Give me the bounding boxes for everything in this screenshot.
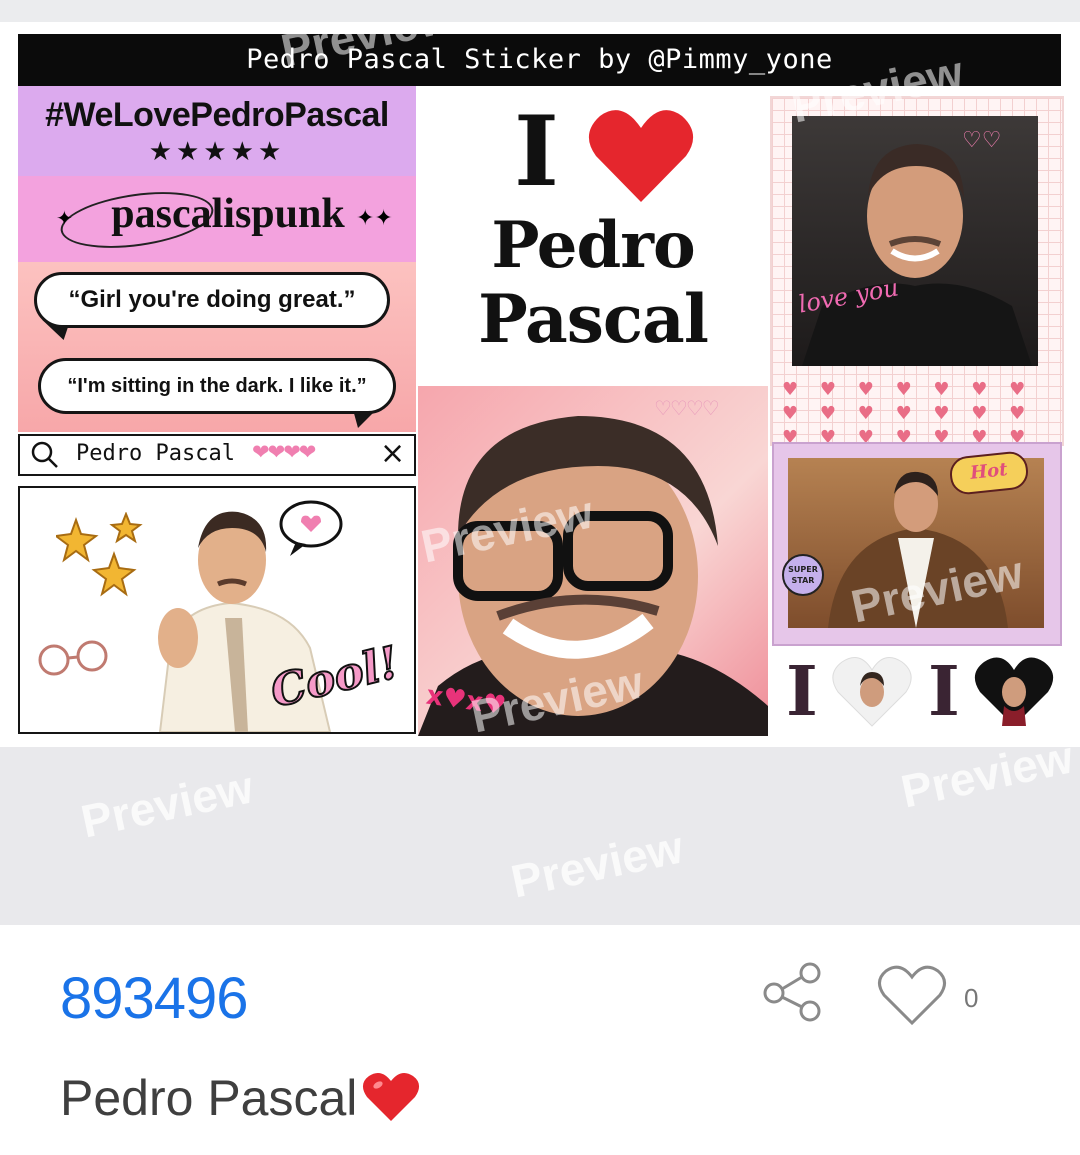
hearts-icon: ♡♡: [962, 128, 1002, 153]
quote-bubble: “I'm sitting in the dark. I like it.”: [38, 358, 396, 414]
item-id[interactable]: 893496: [60, 965, 249, 1032]
portrait-sticker: ♡♡♡♡ x♥x♥: [418, 386, 768, 736]
item-info-panel: 893496 0 Pedro Pascal: [0, 925, 1080, 1155]
close-icon: ×: [380, 436, 406, 471]
hot-sticker: Hot SUPER STAR: [772, 442, 1062, 646]
punk-text: pascalispunk: [111, 191, 345, 237]
pedro-text: Pedro: [491, 208, 695, 283]
preview-watermark: Preview: [506, 820, 688, 908]
polaroid-photo: love you ♡♡: [792, 116, 1038, 366]
sheet-title: Pedro Pascal Sticker by @Pimmy_yone: [18, 34, 1061, 86]
rating-stars: ★★★★★: [148, 137, 286, 167]
sticker-sheet-preview[interactable]: Pedro Pascal Sticker by @Pimmy_yone #WeL…: [0, 22, 1080, 747]
share-button[interactable]: [760, 961, 828, 1023]
quote-stickers: “Girl you're doing great.” “I'm sitting …: [18, 262, 416, 432]
share-icon: [763, 962, 821, 1022]
heart-emoji-icon: [362, 1072, 420, 1121]
i-love-pedro-pascal-sticker: I Pedro Pascal: [418, 86, 768, 386]
speech-heart-icon: [279, 500, 343, 556]
pascal-text: Pascal: [478, 280, 709, 358]
i-letter: I: [928, 652, 960, 732]
hashtag-text: #WeLovePedroPascal: [45, 96, 389, 134]
punk-sticker: ✦ pascalispunk ✦✦: [18, 176, 416, 262]
search-icon: [31, 441, 58, 468]
quote-bubble: “Girl you're doing great.”: [34, 272, 390, 328]
i-letter: I: [786, 652, 818, 732]
glasses-icon: [38, 640, 108, 676]
hashtag-sticker: #WeLovePedroPascal ★★★★★: [18, 86, 416, 176]
preview-background: Preview Preview Preview: [0, 730, 1080, 925]
man-in-black-shirt-illustration: [802, 144, 1032, 366]
red-heart-icon: [588, 110, 694, 202]
white-heart-portrait-icon: [832, 657, 912, 727]
item-name: Pedro Pascal: [60, 1070, 358, 1126]
black-heart-portrait-icon: [974, 657, 1054, 726]
smiling-man-with-glasses-illustration: [418, 416, 768, 736]
cool-sticker: Cool!: [18, 486, 416, 734]
mini-i-love-stickers: I I: [780, 654, 1060, 734]
pixel-hearts-icon: ❤❤❤❤: [252, 440, 316, 464]
preview-watermark: Preview: [76, 760, 258, 848]
hearts-icon: ♡♡♡♡: [654, 396, 720, 420]
like-count: 0: [964, 983, 979, 1013]
polaroid-sticker: love you ♡♡ ♥ ♥ ♥ ♥ ♥ ♥ ♥ ♥ ♥ ♥ ♥ ♥ ♥ ♥ …: [770, 96, 1064, 472]
like-button[interactable]: [876, 965, 948, 1027]
i-letter: I: [514, 95, 559, 208]
heart-outline-icon: [878, 965, 946, 1026]
superstar-badge: SUPER STAR: [782, 554, 824, 596]
search-text: Pedro Pascal: [76, 441, 235, 466]
search-bar-sticker: Pedro Pascal ❤❤❤❤ ×: [18, 434, 416, 476]
sparkle-icon: ✦✦: [356, 206, 393, 231]
